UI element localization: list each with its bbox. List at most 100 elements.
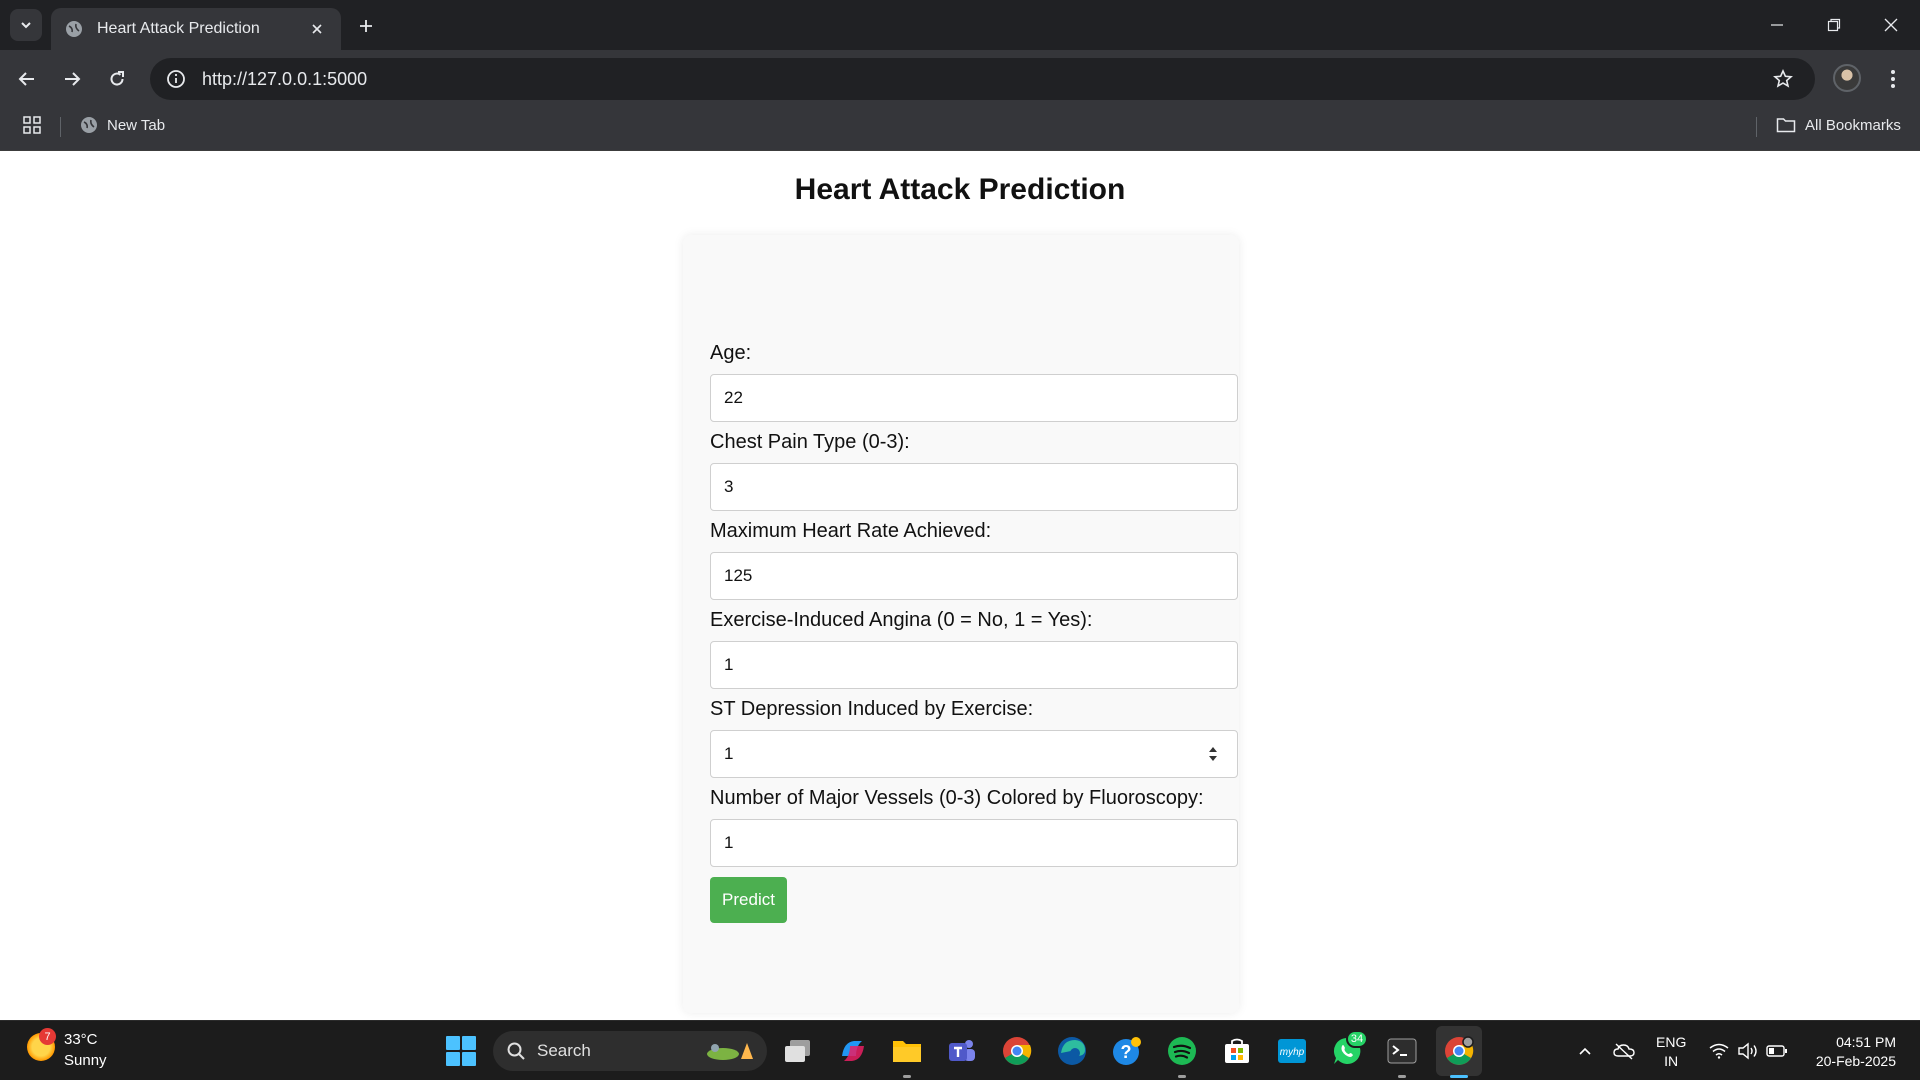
site-info-button[interactable] — [156, 59, 196, 99]
copilot-app[interactable] — [836, 1034, 870, 1068]
minimize-button[interactable] — [1748, 0, 1806, 50]
browser-toolbar: http://127.0.0.1:5000 — [0, 50, 1920, 108]
star-icon — [1773, 69, 1793, 88]
tab-title: Heart Attack Prediction — [97, 20, 260, 37]
show-hidden-icons-button[interactable] — [1573, 1039, 1597, 1063]
bookmarks-bar — [0, 108, 1920, 151]
page-viewport: Heart Attack Prediction Age: Chest Pain … — [0, 151, 1920, 1020]
restore-icon — [1827, 18, 1841, 32]
wifi-tray-button[interactable] — [1707, 1039, 1731, 1063]
bookmark-separator — [1756, 117, 1757, 137]
edge-app[interactable] — [1055, 1034, 1089, 1068]
onedrive-tray-button[interactable] — [1612, 1039, 1636, 1063]
chevron-up-icon — [1579, 1047, 1591, 1055]
running-indicator — [903, 1075, 911, 1078]
windows-taskbar: 7 33°C Sunny Search ? myhp 34 ENG IN 04:… — [0, 1020, 1920, 1080]
chevron-down-icon — [21, 22, 31, 29]
active-indicator — [1450, 1075, 1468, 1078]
region-code: IN — [1664, 1053, 1679, 1069]
close-tab-button[interactable] — [307, 19, 327, 39]
windows-logo-tile — [446, 1036, 460, 1050]
myhp-icon: myhp — [1278, 1039, 1306, 1063]
arrow-right-icon — [65, 72, 81, 86]
predict-button[interactable]: Predict — [710, 877, 787, 923]
get-help-app[interactable]: ? — [1110, 1034, 1144, 1068]
address-bar[interactable]: http://127.0.0.1:5000 — [150, 58, 1815, 100]
back-button[interactable] — [11, 63, 43, 95]
st-depression-label: ST Depression Induced by Exercise: — [710, 698, 1034, 720]
max-heart-rate-input[interactable] — [710, 552, 1238, 600]
battery-icon — [1766, 1045, 1787, 1057]
wifi-icon — [1709, 1043, 1729, 1059]
max-heart-rate-label: Maximum Heart Rate Achieved: — [710, 520, 992, 542]
all-bookmarks-button[interactable]: All Bookmarks — [1776, 108, 1901, 142]
store-icon — [1225, 1038, 1249, 1063]
help-icon: ? — [1113, 1037, 1141, 1065]
apps-grid-icon[interactable] — [22, 115, 42, 135]
myhp-app[interactable]: myhp — [1275, 1034, 1309, 1068]
system-clock[interactable]: 04:51 PM 20-Feb-2025 — [1806, 1033, 1896, 1071]
bookmark-star-button[interactable] — [1763, 59, 1803, 99]
age-input[interactable] — [710, 374, 1238, 422]
reload-button[interactable] — [101, 63, 133, 95]
microsoft-store-app[interactable] — [1220, 1034, 1254, 1068]
chrome-active-app[interactable] — [1442, 1034, 1476, 1068]
cloud-offline-icon — [1613, 1043, 1635, 1060]
taskbar-search[interactable]: Search — [493, 1031, 767, 1071]
start-button[interactable] — [446, 1036, 476, 1066]
weather-temperature[interactable]: 33°C — [64, 1031, 98, 1048]
teams-app[interactable] — [945, 1034, 979, 1068]
prediction-form: Age: Chest Pain Type (0-3): Maximum Hear… — [683, 235, 1239, 1013]
battery-tray-button[interactable] — [1765, 1039, 1789, 1063]
close-icon — [1884, 18, 1898, 32]
restore-button[interactable] — [1805, 0, 1863, 50]
task-view-icon — [785, 1040, 810, 1062]
profile-avatar[interactable] — [1833, 64, 1861, 92]
folder-icon — [893, 1041, 921, 1062]
spotify-icon — [1168, 1037, 1196, 1065]
task-view-button[interactable] — [781, 1034, 815, 1068]
reload-icon — [110, 71, 124, 86]
teams-icon — [949, 1040, 975, 1061]
windows-logo-tile — [462, 1036, 476, 1050]
chest-pain-type-label: Chest Pain Type (0-3): — [710, 431, 910, 453]
tab-search-button[interactable] — [10, 9, 42, 41]
major-vessels-label: Number of Major Vessels (0-3) Colored by… — [710, 787, 1204, 809]
chest-pain-type-input[interactable] — [710, 463, 1238, 511]
clock-time: 04:51 PM — [1836, 1034, 1896, 1050]
file-explorer-app[interactable] — [890, 1034, 924, 1068]
bookmark-new-tab[interactable]: New Tab — [80, 108, 165, 142]
folder-icon — [1776, 118, 1796, 133]
chrome-app[interactable] — [1000, 1034, 1034, 1068]
weather-condition[interactable]: Sunny — [64, 1052, 107, 1069]
running-indicator — [1178, 1075, 1186, 1078]
spotify-app[interactable] — [1165, 1034, 1199, 1068]
taskbar-search-label: Search — [537, 1041, 591, 1060]
close-window-button[interactable] — [1862, 0, 1920, 50]
more-vertical-icon — [1891, 70, 1895, 88]
search-icon — [507, 1042, 525, 1060]
number-spinner[interactable] — [1206, 744, 1220, 764]
url-text[interactable]: http://127.0.0.1:5000 — [202, 69, 1763, 90]
volume-tray-button[interactable] — [1736, 1039, 1760, 1063]
globe-icon — [81, 117, 97, 133]
page-title: Heart Attack Prediction — [794, 173, 1126, 206]
language-indicator[interactable]: ENG IN — [1656, 1033, 1686, 1071]
terminal-app[interactable] — [1385, 1034, 1419, 1068]
globe-icon — [66, 21, 82, 37]
browser-menu-button[interactable] — [1878, 63, 1908, 95]
st-depression-input[interactable] — [710, 730, 1238, 778]
exercise-angina-input[interactable] — [710, 641, 1238, 689]
copilot-icon — [842, 1041, 864, 1061]
forward-button[interactable] — [56, 63, 88, 95]
new-tab-button[interactable] — [352, 12, 380, 40]
browser-tab[interactable]: Heart Attack Prediction — [51, 8, 341, 50]
windows-logo-tile — [446, 1052, 460, 1066]
svg-text:?: ? — [1121, 1042, 1132, 1062]
clock-date: 20-Feb-2025 — [1815, 1053, 1896, 1069]
close-icon — [312, 24, 322, 34]
major-vessels-input[interactable] — [710, 819, 1238, 867]
plus-icon — [360, 20, 372, 32]
chrome-icon — [1003, 1037, 1032, 1065]
minimize-icon — [1771, 24, 1783, 26]
